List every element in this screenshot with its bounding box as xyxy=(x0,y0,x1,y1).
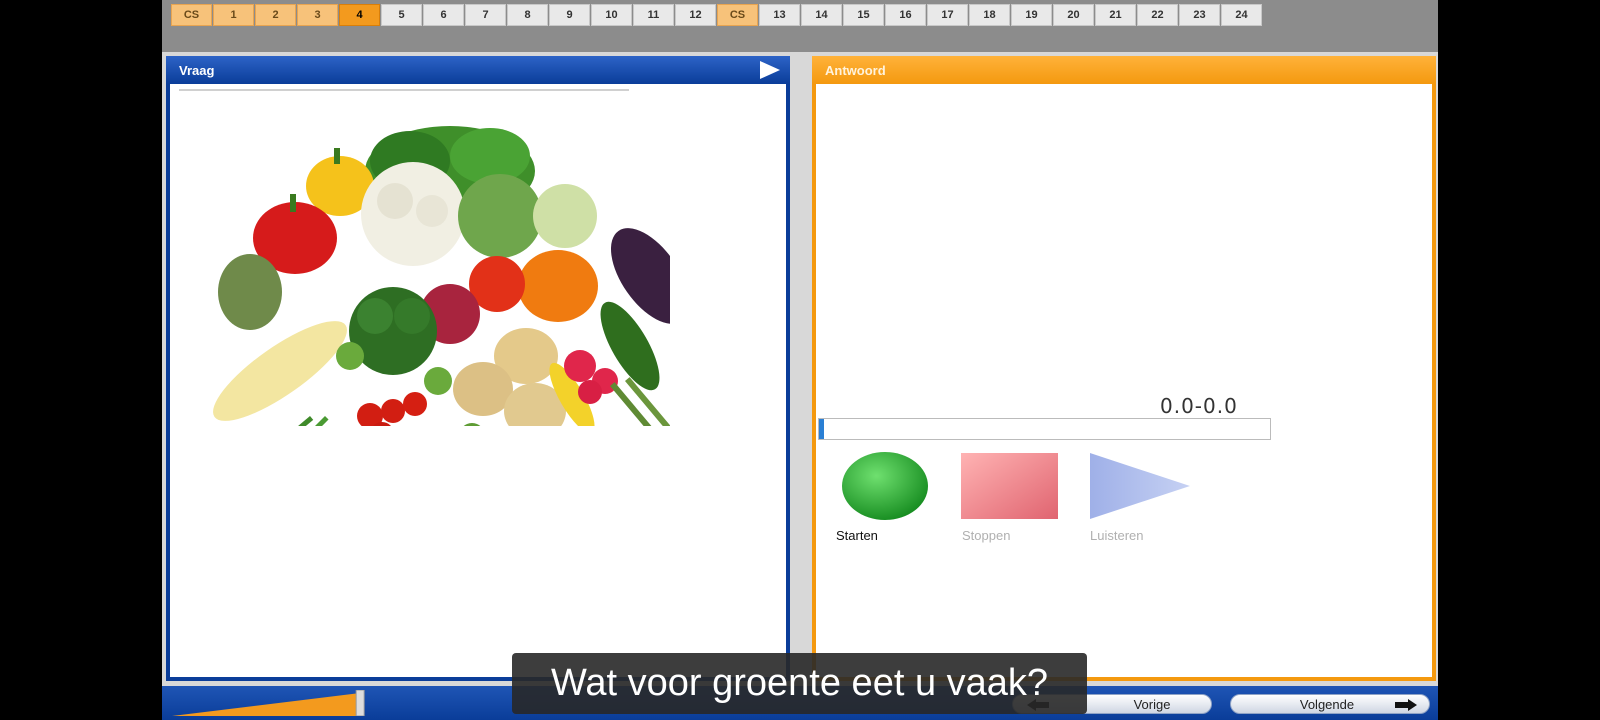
question-button-6[interactable]: 6 xyxy=(423,4,464,26)
arrow-right-icon xyxy=(1395,699,1417,711)
recording-progress-bar xyxy=(818,418,1271,440)
question-button-12[interactable]: 12 xyxy=(675,4,716,26)
question-button-4[interactable]: 4 xyxy=(339,4,380,26)
question-button-9[interactable]: 9 xyxy=(549,4,590,26)
divider xyxy=(179,89,629,91)
question-button-1[interactable]: 1 xyxy=(213,4,254,26)
start-button[interactable] xyxy=(841,451,929,526)
question-button-24[interactable]: 24 xyxy=(1221,4,1262,26)
question-panel: Vraag xyxy=(166,56,790,681)
question-button-11[interactable]: 11 xyxy=(633,4,674,26)
record-start-icon xyxy=(842,452,928,520)
question-button-19[interactable]: 19 xyxy=(1011,4,1052,26)
question-button-7[interactable]: 7 xyxy=(465,4,506,26)
question-button-17[interactable]: 17 xyxy=(927,4,968,26)
question-panel-title: Vraag xyxy=(179,62,215,78)
play-icon[interactable] xyxy=(760,61,780,79)
question-button-20[interactable]: 20 xyxy=(1053,4,1094,26)
question-button-cs-0[interactable]: CS xyxy=(171,4,212,26)
question-button-23[interactable]: 23 xyxy=(1179,4,1220,26)
vegetables-image xyxy=(213,126,670,426)
question-button-5[interactable]: 5 xyxy=(381,4,422,26)
answer-panel: Antwoord xyxy=(812,56,1436,681)
question-navigation-bar: CS 1 2 3 4 5 6 7 8 9 10 11 12 CS 13 14 15 16 17 18 19 20 21 22 2… xyxy=(162,0,1438,52)
stop-button[interactable] xyxy=(961,451,1058,526)
next-button[interactable]: Volgende xyxy=(1230,694,1430,714)
stop-label: Stoppen xyxy=(962,528,1011,543)
question-button-cs-13[interactable]: CS xyxy=(717,4,758,26)
recording-timer: 0.0-0.0 xyxy=(1160,394,1238,418)
answer-panel-header: Antwoord xyxy=(812,56,1436,84)
volume-slider[interactable] xyxy=(172,690,368,716)
video-subtitle: Wat voor groente eet u vaak? xyxy=(512,653,1087,714)
question-button-13[interactable]: 13 xyxy=(759,4,800,26)
question-button-2[interactable]: 2 xyxy=(255,4,296,26)
answer-panel-title: Antwoord xyxy=(825,62,886,78)
question-button-21[interactable]: 21 xyxy=(1095,4,1136,26)
listen-play-icon xyxy=(1090,453,1190,519)
question-button-16[interactable]: 16 xyxy=(885,4,926,26)
question-button-15[interactable]: 15 xyxy=(843,4,884,26)
record-stop-icon xyxy=(961,453,1058,519)
question-button-22[interactable]: 22 xyxy=(1137,4,1178,26)
question-panel-header: Vraag xyxy=(166,56,790,84)
question-button-18[interactable]: 18 xyxy=(969,4,1010,26)
question-button-3[interactable]: 3 xyxy=(297,4,338,26)
question-button-14[interactable]: 14 xyxy=(801,4,842,26)
question-buttons: CS 1 2 3 4 5 6 7 8 9 10 11 12 CS 13 14 15 16 17 18 19 20 21 22 2… xyxy=(171,4,1262,26)
volume-level xyxy=(172,692,361,716)
question-button-10[interactable]: 10 xyxy=(591,4,632,26)
listen-label: Luisteren xyxy=(1090,528,1144,543)
exam-app: CS 1 2 3 4 5 6 7 8 9 10 11 12 CS 13 14 15 16 17 18 19 20 21 22 2… xyxy=(162,0,1438,720)
listen-button[interactable] xyxy=(1090,451,1190,526)
start-label: Starten xyxy=(836,528,878,543)
question-button-8[interactable]: 8 xyxy=(507,4,548,26)
volume-handle[interactable] xyxy=(355,690,365,716)
next-button-label: Volgende xyxy=(1299,696,1355,712)
recording-progress-fill xyxy=(819,419,824,439)
